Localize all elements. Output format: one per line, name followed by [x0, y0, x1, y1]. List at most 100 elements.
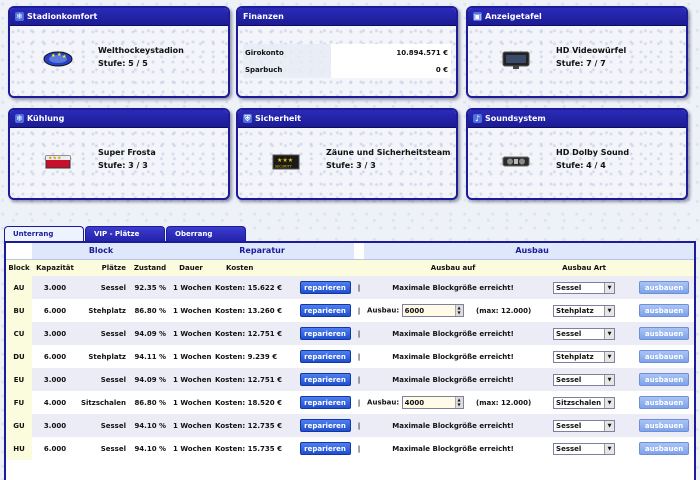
build-button[interactable]: ausbauen [639, 373, 690, 386]
scoreboard-icon [502, 51, 530, 69]
cell-plaetze: Sessel [78, 322, 130, 345]
seat-type-select[interactable]: Stehplatz ▼ [553, 350, 616, 363]
tab-vip-plaetze[interactable]: VIP - Plätze [85, 226, 165, 241]
cell-kapazitaet: 3.000 [32, 322, 78, 345]
seat-type-select[interactable]: Sessel ▼ [553, 442, 616, 455]
panel-title: Finanzen [243, 12, 284, 21]
col-ausbau-art: Ausbau Art [542, 259, 627, 276]
spinner-icon[interactable]: ▲ ▼ [454, 305, 463, 316]
cell-dauer: 1 Wochen [170, 437, 213, 460]
item-level: Stufe: 3 / 3 [326, 161, 376, 170]
panel-header: ❄ Kühlung [10, 110, 228, 128]
ausbau-capacity-input[interactable]: 4000 ▲ ▼ [401, 396, 464, 409]
cell-zustand: 86.80 % [130, 299, 171, 322]
cell-zustand: 94.11 % [130, 345, 171, 368]
cell-repair: reparieren [296, 276, 355, 299]
cell-block: HU [6, 437, 32, 460]
cell-kapazitaet: 3.000 [32, 414, 78, 437]
cell-dauer: 1 Wochen [170, 345, 213, 368]
repair-button[interactable]: reparieren [299, 419, 351, 432]
panel-finanzen: Finanzen Girokonto 10.894.571 € Sparbuch… [236, 6, 458, 98]
repair-button[interactable]: reparieren [299, 373, 351, 386]
ausbau-max: (max: 12.000) [476, 306, 532, 315]
seat-type-select[interactable]: Sessel ▼ [553, 327, 616, 340]
seat-type-select[interactable]: Sitzschalen ▼ [553, 396, 616, 409]
cell-build: ausbauen [628, 414, 694, 437]
snowflake-icon: ❄ [15, 114, 24, 123]
block-table: Block Reparatur Ausbau Block Kapazität P… [4, 241, 696, 480]
table-row: DU 6.000 Stehplatz 94.11 % 1 Wochen Kost… [6, 345, 694, 368]
panel-kuehlung: ❄ Kühlung ★★★ Super Frosta Stufe: 3 / 3 [8, 108, 230, 200]
build-button[interactable]: ausbauen [639, 396, 690, 409]
build-button[interactable]: ausbauen [639, 304, 690, 317]
sound-system-icon [502, 156, 530, 167]
repair-button[interactable]: reparieren [299, 350, 351, 363]
seat-type-select[interactable]: Stehplatz ▼ [553, 304, 616, 317]
seat-type-value: Sitzschalen [556, 398, 602, 407]
chevron-down-icon: ▼ [604, 420, 615, 431]
cell-ausbau-auf: Maximale Blockgröße erreicht! [364, 345, 543, 368]
panel-header: ⛨ Sicherheit [238, 110, 456, 128]
repair-button[interactable]: reparieren [299, 304, 351, 317]
seat-type-select[interactable]: Sessel ▼ [553, 419, 616, 432]
group-spacer [354, 243, 365, 260]
seat-type-select[interactable]: Sessel ▼ [553, 281, 616, 294]
cell-ausbau-art: Sessel ▼ [542, 437, 627, 460]
security-badge-icon: ★★★ SECURITY [272, 154, 300, 170]
cell-zustand: 94.10 % [130, 437, 171, 460]
ausbau-capacity-input[interactable]: 6000 ▲ ▼ [401, 304, 464, 317]
panel-title: Anzeigetafel [485, 12, 542, 21]
cell-kapazitaet: 3.000 [32, 368, 78, 391]
separator: | [354, 276, 365, 299]
cell-build: ausbauen [628, 299, 694, 322]
panel-header: ❄ Stadionkomfort [10, 8, 228, 26]
security-badge-text: SECURITY [275, 165, 293, 169]
cell-repair: reparieren [296, 437, 355, 460]
cell-kapazitaet: 6.000 [32, 437, 78, 460]
cell-zustand: 94.09 % [130, 368, 171, 391]
cooling-unit-icon: ★★★ [45, 155, 71, 169]
build-button[interactable]: ausbauen [639, 281, 690, 294]
build-button[interactable]: ausbauen [639, 327, 690, 340]
tab-unterrang[interactable]: Unterrang [4, 226, 84, 241]
ausbau-max: (max: 12.000) [476, 398, 532, 407]
cell-block: CU [6, 322, 32, 345]
cell-repair: reparieren [296, 368, 355, 391]
spinner-icon[interactable]: ▲ ▼ [454, 397, 463, 408]
cell-kapazitaet: 4.000 [32, 391, 78, 414]
seat-type-select[interactable]: Sessel ▼ [553, 373, 616, 386]
cell-block: EU [6, 368, 32, 391]
panel-title: Stadionkomfort [27, 12, 98, 21]
col-spacer [296, 259, 355, 276]
cell-ausbau-art: Stehplatz ▼ [542, 299, 627, 322]
table-row: AU 3.000 Sessel 92.35 % 1 Wochen Kosten:… [6, 276, 694, 299]
item-name: HD Dolby Sound [556, 148, 630, 157]
chevron-down-icon: ▼ [604, 397, 615, 408]
cell-dauer: 1 Wochen [170, 391, 213, 414]
svg-text:★: ★ [51, 53, 56, 59]
repair-button[interactable]: reparieren [299, 396, 351, 409]
chevron-down-icon: ▼ [604, 374, 615, 385]
panel-sicherheit: ⛨ Sicherheit ★★★ SECURITY Zäune und Sich… [236, 108, 458, 200]
repair-button[interactable]: reparieren [299, 327, 351, 340]
build-button[interactable]: ausbauen [639, 419, 690, 432]
tab-oberrang[interactable]: Oberrang [166, 226, 246, 241]
cell-dauer: 1 Wochen [170, 414, 213, 437]
col-block: Block [6, 259, 32, 276]
col-spacer [628, 259, 694, 276]
table-row: HU 6.000 Sessel 94.10 % 1 Wochen Kosten:… [6, 437, 694, 460]
build-button[interactable]: ausbauen [639, 442, 690, 455]
seat-type-value: Sessel [556, 444, 582, 453]
cell-repair: reparieren [296, 414, 355, 437]
group-header-ausbau: Ausbau [364, 243, 694, 260]
table-row: EU 3.000 Sessel 94.09 % 1 Wochen Kosten:… [6, 368, 694, 391]
repair-button[interactable]: reparieren [299, 442, 351, 455]
panel-header: ▣ Anzeigetafel [468, 8, 686, 26]
cell-build: ausbauen [628, 437, 694, 460]
repair-button[interactable]: reparieren [299, 281, 351, 294]
build-button[interactable]: ausbauen [639, 350, 690, 363]
cell-block: FU [6, 391, 32, 414]
seat-type-value: Sessel [556, 283, 582, 292]
cell-zustand: 94.09 % [130, 322, 171, 345]
item-name: HD Videowürfel [556, 46, 627, 55]
